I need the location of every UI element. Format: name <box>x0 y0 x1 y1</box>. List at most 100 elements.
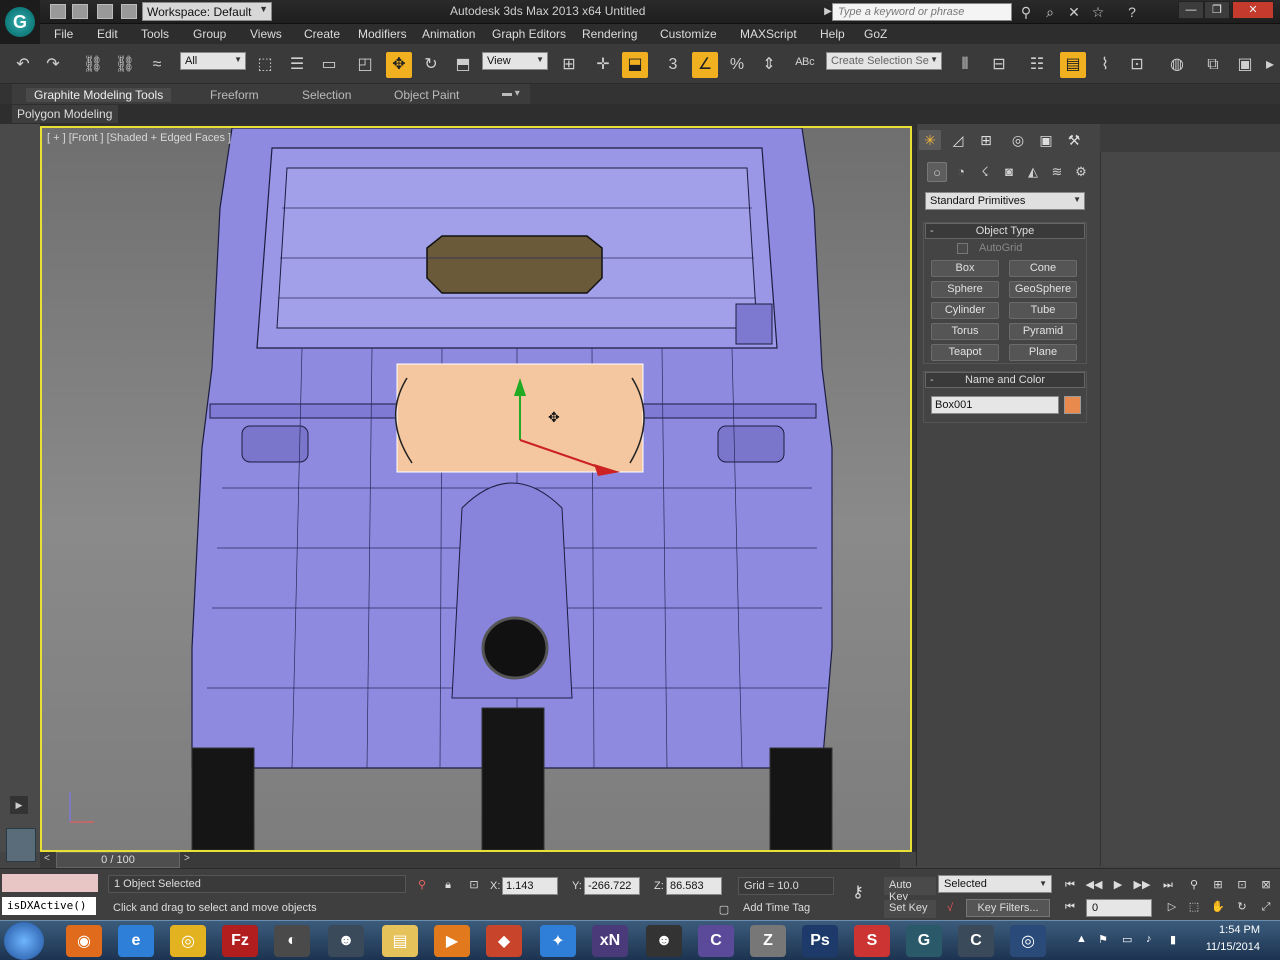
edit-named-selection-icon[interactable]: ᴬᴮᶜ <box>792 52 818 78</box>
close-button[interactable]: ✕ <box>1232 1 1274 19</box>
y-coordinate-field[interactable]: -266.722 <box>584 877 640 895</box>
pan-icon[interactable]: ✋ <box>1208 899 1228 915</box>
tray-signal-icon[interactable]: ▮ <box>1170 933 1176 946</box>
polygon-modeling-panel[interactable]: Polygon Modeling <box>12 105 118 123</box>
open-file-icon[interactable] <box>72 4 88 19</box>
pyramid-button[interactable]: Pyramid <box>1009 323 1077 340</box>
rendered-frame-icon[interactable]: ▣ <box>1232 52 1258 78</box>
tab-graphite-modeling-tools[interactable]: Graphite Modeling Tools <box>26 88 172 102</box>
object-name-field[interactable]: Box001 <box>931 396 1059 414</box>
favorites-star-icon[interactable]: ☆ <box>1090 4 1106 20</box>
xnview-icon[interactable]: xN <box>592 925 628 957</box>
snaps-toggle-icon[interactable]: 3 <box>660 52 686 78</box>
app-icon-5[interactable]: ◐ <box>274 925 310 957</box>
go-to-end-icon[interactable]: ⏭ <box>1158 877 1178 893</box>
spinner-snap-icon[interactable]: ⇕ <box>756 52 782 78</box>
lock-selection-icon[interactable]: 🔒︎ <box>438 877 458 893</box>
app-icon-12[interactable]: ☻ <box>646 925 682 957</box>
menu-rendering[interactable]: Rendering <box>582 27 637 41</box>
new-file-icon[interactable] <box>50 4 66 19</box>
maxscript-input[interactable]: isDXActive() <box>2 897 96 915</box>
help-icon[interactable]: ? <box>1124 4 1140 20</box>
utilities-tab-icon[interactable]: ⚒ <box>1063 130 1085 150</box>
media-player-icon[interactable]: ▶ <box>434 925 470 957</box>
menu-views[interactable]: Views <box>250 27 282 41</box>
field-of-view-icon[interactable]: ▷ <box>1162 899 1182 915</box>
isolate-icon[interactable]: ⚲ <box>412 877 432 893</box>
undo-icon[interactable]: ↶ <box>10 52 36 78</box>
menu-modifiers[interactable]: Modifiers <box>358 27 407 41</box>
clock-date[interactable]: 11/15/2014 <box>1206 941 1260 953</box>
menu-customize[interactable]: Customize <box>660 27 717 41</box>
redo-icon[interactable]: ↷ <box>40 52 66 78</box>
z-coordinate-field[interactable]: 86.583 <box>666 877 722 895</box>
filezilla-icon[interactable]: Fz <box>222 925 258 957</box>
save-icon[interactable] <box>97 4 113 19</box>
auto-key-button[interactable]: Auto Key <box>884 877 936 903</box>
add-time-tag-button[interactable]: Add Time Tag <box>738 900 834 918</box>
zoom-extents-all-icon[interactable]: ⊠ <box>1256 877 1276 893</box>
spacewarps-icon[interactable]: ≋ <box>1047 162 1067 182</box>
menu-goz[interactable]: GoZ <box>864 27 887 41</box>
unlink-icon[interactable]: ⛓ <box>112 52 138 78</box>
application-menu-button[interactable]: G <box>0 0 40 44</box>
bind-spacewarp-icon[interactable]: ≈ <box>144 52 170 78</box>
render-setup-icon[interactable]: ⧉ <box>1200 52 1226 78</box>
angle-snap-icon[interactable]: ∠ <box>692 52 718 78</box>
sphere-button[interactable]: Sphere <box>931 281 999 298</box>
ribbon-options-icon[interactable]: ▬ ▾ <box>502 88 520 99</box>
photoshop-icon[interactable]: Ps <box>802 925 838 957</box>
app-icon-9[interactable]: ◆ <box>486 925 522 957</box>
workspace-dropdown[interactable]: Workspace: Default ▼ <box>142 2 272 21</box>
modify-tab-icon[interactable]: ◿ <box>947 130 969 150</box>
plane-button[interactable]: Plane <box>1009 344 1077 361</box>
cameras-icon[interactable]: ◙ <box>999 162 1019 182</box>
menu-animation[interactable]: Animation <box>422 27 475 41</box>
menu-maxscript[interactable]: MAXScript <box>740 27 797 41</box>
zoom-region-icon[interactable]: ⬚ <box>1184 899 1204 915</box>
geometry-icon[interactable]: ○ <box>927 162 947 182</box>
menu-create[interactable]: Create <box>304 27 340 41</box>
schematic-view-icon[interactable]: ⊡ <box>1124 52 1150 78</box>
align-icon[interactable]: ⊟ <box>986 52 1012 78</box>
select-and-rotate-icon[interactable]: ↻ <box>418 52 444 78</box>
prev-frame-icon[interactable]: < <box>44 853 50 864</box>
zoom-all-icon[interactable]: ⊞ <box>1208 877 1228 893</box>
autogrid-checkbox[interactable] <box>957 243 968 254</box>
app-icon-13[interactable]: C <box>698 925 734 957</box>
previous-frame-icon[interactable]: ◀◀ <box>1084 877 1104 893</box>
zbrush-icon[interactable]: Z <box>750 925 786 957</box>
tools-icon[interactable]: ✕ <box>1066 4 1082 20</box>
display-tab-icon[interactable]: ▣ <box>1035 130 1057 150</box>
cylinder-button[interactable]: Cylinder <box>931 302 999 319</box>
3dsmax-taskbar-icon[interactable]: G <box>906 925 942 957</box>
app-icon-19[interactable]: ◎ <box>1010 925 1046 957</box>
viewport-label[interactable]: [ + ] [Front ] [Shaded + Edged Faces ] <box>47 132 231 144</box>
time-tag-icon[interactable]: ▢ <box>714 902 734 918</box>
reference-coordinate-dropdown[interactable]: View ▼ <box>482 52 548 70</box>
key-curve-icon[interactable]: √ <box>940 900 960 916</box>
menu-tools[interactable]: Tools <box>141 27 169 41</box>
clock-time[interactable]: 1:54 PM <box>1219 924 1260 936</box>
time-slider-thumb[interactable]: 0 / 100 <box>56 852 180 868</box>
graphite-toggle-icon[interactable]: ▤ <box>1060 52 1086 78</box>
maximize-viewport-icon[interactable]: ⤢ <box>1256 899 1276 915</box>
app-icon-18[interactable]: C <box>958 925 994 957</box>
tab-freeform[interactable]: Freeform <box>210 88 259 102</box>
chrome-icon[interactable]: ◎ <box>170 925 206 957</box>
search-input[interactable]: Type a keyword or phrase <box>832 3 1012 21</box>
menu-help[interactable]: Help <box>820 27 845 41</box>
tray-network-icon[interactable]: ▭ <box>1122 933 1132 946</box>
material-editor-icon[interactable]: ◍ <box>1164 52 1190 78</box>
internet-explorer-icon[interactable]: e <box>118 925 154 957</box>
pivot-center-icon[interactable]: ⊞ <box>556 52 582 78</box>
menu-edit[interactable]: Edit <box>97 27 118 41</box>
curve-editor-icon[interactable]: ⌇ <box>1092 52 1118 78</box>
file-explorer-icon[interactable]: ▤ <box>382 925 418 957</box>
viewport-layout-icon[interactable] <box>6 828 36 862</box>
tray-expand-icon[interactable]: ▲ <box>1076 933 1087 945</box>
next-frame-icon[interactable]: > <box>184 853 190 864</box>
geosphere-button[interactable]: GeoSphere <box>1009 281 1077 298</box>
scene-render[interactable]: ✥ <box>42 128 910 850</box>
object-type-header[interactable]: - Object Type <box>925 223 1085 239</box>
